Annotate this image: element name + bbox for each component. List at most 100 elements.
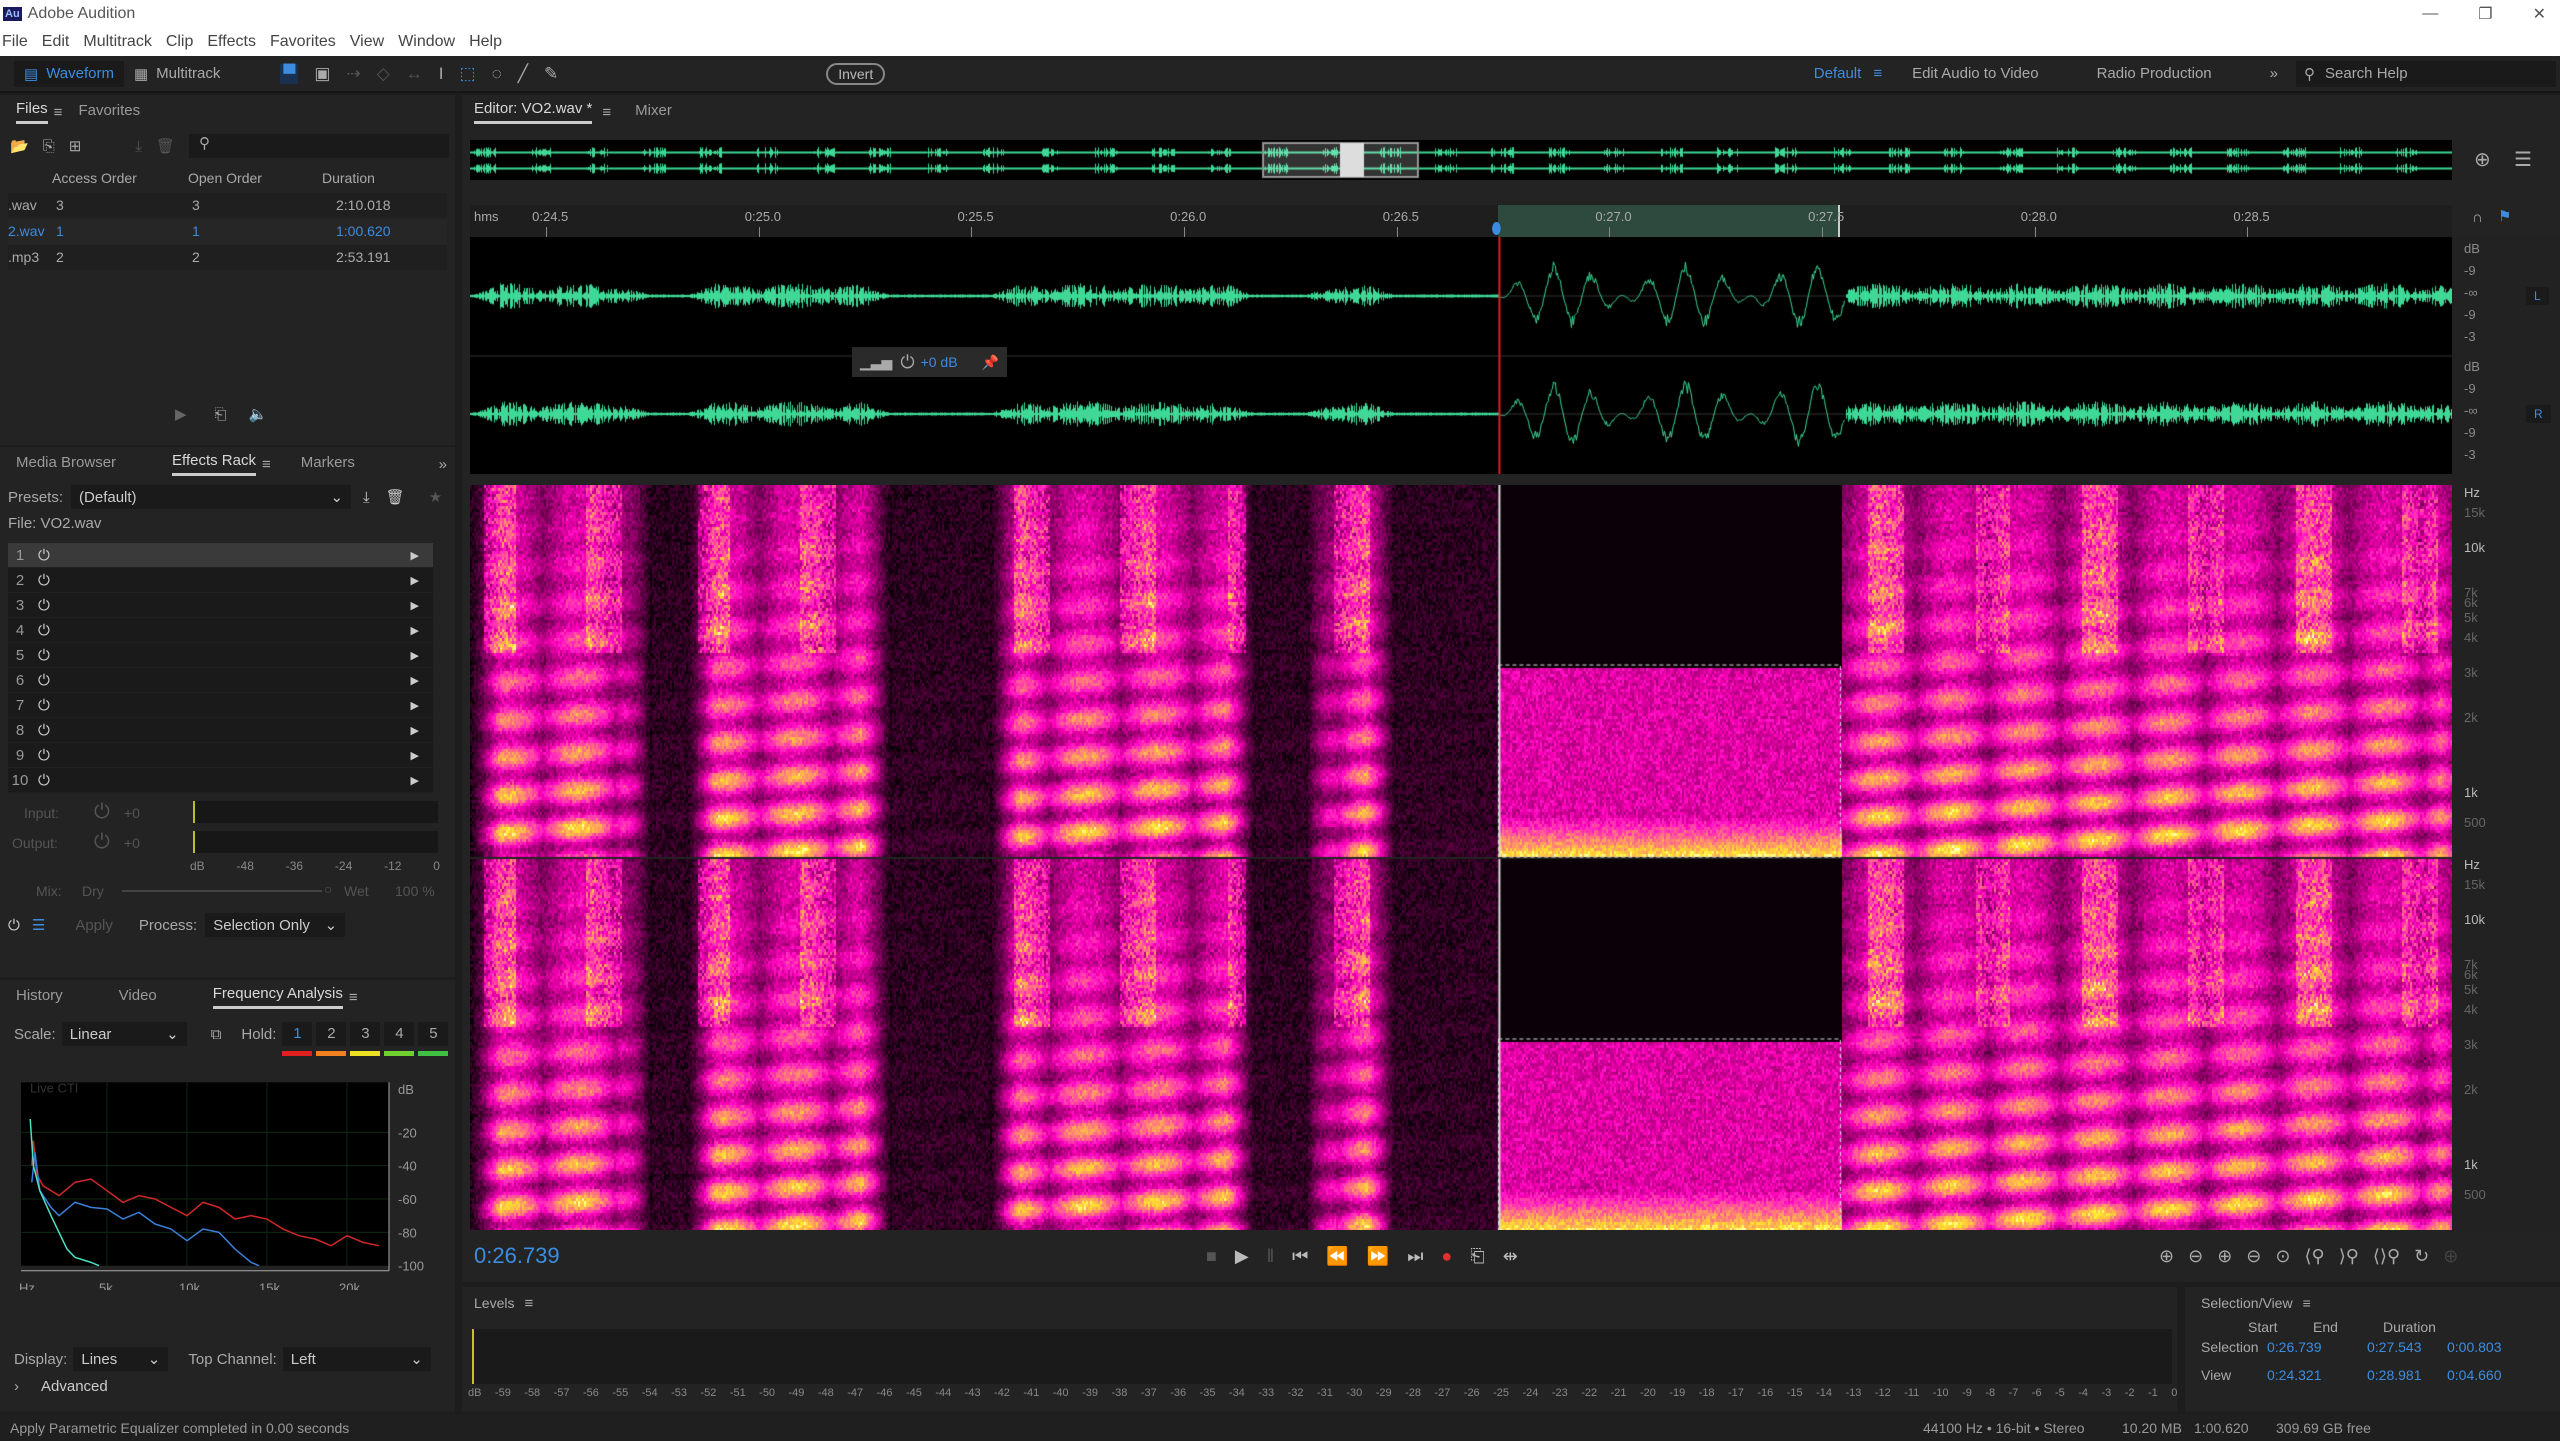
slot-expand-icon[interactable]: ▶ xyxy=(411,774,419,787)
tab-favorites[interactable]: Favorites xyxy=(78,102,140,123)
spectral-frequency-display-icon[interactable]: ▣ xyxy=(314,64,330,84)
hold-button-3[interactable]: 3 xyxy=(350,1022,381,1056)
display-dropdown[interactable]: Lines ⌄ xyxy=(73,1347,169,1371)
wet-value[interactable]: 100 % xyxy=(395,883,435,899)
restore-button[interactable]: ❐ xyxy=(2478,4,2492,24)
go-to-start-button[interactable]: ⏮ xyxy=(1292,1246,1308,1267)
razor-tool-icon[interactable]: ◇ xyxy=(377,64,390,84)
effect-slot[interactable]: 6 ⏻ ▶ xyxy=(8,668,433,693)
file-row[interactable]: 2.wav 1 1 1:00.620 xyxy=(8,219,447,244)
slot-power-icon[interactable]: ⏻ xyxy=(38,572,50,589)
play-preview-icon[interactable]: ▶ xyxy=(175,405,187,423)
marquee-selection-tool-icon[interactable]: ⬚ xyxy=(460,64,476,84)
current-time[interactable]: 0:26.739 xyxy=(474,1243,560,1269)
sv-duration[interactable]: 0:04.660 xyxy=(2447,1367,2502,1383)
loop-preview-icon[interactable]: ⎗ xyxy=(215,406,227,423)
tab-editor[interactable]: Editor: VO2.wav * xyxy=(474,100,593,124)
hold-button-5[interactable]: 5 xyxy=(418,1022,449,1056)
clip-gain-value[interactable]: +0 dB xyxy=(921,354,958,370)
record-button[interactable]: ● xyxy=(1441,1246,1452,1267)
slot-power-icon[interactable]: ⏻ xyxy=(38,697,50,714)
invert-button[interactable]: Invert xyxy=(826,62,886,85)
slot-expand-icon[interactable]: ▶ xyxy=(411,574,419,587)
selection-view-menu-icon[interactable]: ≡ xyxy=(2303,1295,2311,1311)
timeline-ruler[interactable]: hms 0:24.5 0:25.0 0:25.5 0:26.0 0:26.5 0:27.0 0… xyxy=(470,205,2452,238)
menu-edit[interactable]: Edit xyxy=(42,33,70,51)
tab-frequency-analysis[interactable]: Frequency Analysis xyxy=(212,985,343,1009)
files-search-input[interactable]: ⚲ xyxy=(188,134,449,158)
pause-button[interactable]: ‖ xyxy=(1267,1246,1274,1267)
skip-selection-button[interactable]: ⇹ xyxy=(1503,1246,1518,1267)
workspace-menu-icon[interactable]: ≡ xyxy=(1873,65,1882,82)
slip-tool-icon[interactable]: ↔ xyxy=(406,64,423,84)
zoom-to-selection-icon[interactable]: ⊕ xyxy=(2474,147,2491,172)
zoom-in-point-icon[interactable]: ⟨⚲ xyxy=(2304,1246,2324,1267)
play-button[interactable]: ▶ xyxy=(1235,1246,1249,1267)
new-file-icon[interactable]: ⊞ xyxy=(69,137,82,155)
top-channel-dropdown[interactable]: Left ⌄ xyxy=(282,1347,431,1371)
import-file-icon[interactable]: ⎘ xyxy=(43,138,55,155)
sv-end[interactable]: 0:27.543 xyxy=(2367,1339,2422,1355)
rewind-button[interactable]: ⏪ xyxy=(1326,1246,1348,1267)
hold-button-4[interactable]: 4 xyxy=(384,1022,415,1056)
slot-power-icon[interactable]: ⏻ xyxy=(38,772,50,789)
brush-tool-icon[interactable]: ╱ xyxy=(518,64,528,84)
clip-gain-hud[interactable]: ▁▃▅ ⏻ +0 dB 📌 xyxy=(852,347,1007,377)
overview-waveform[interactable] xyxy=(470,140,2452,180)
mix-slider-handle[interactable]: ○ xyxy=(324,881,332,897)
move-tool-icon[interactable]: ⇢ xyxy=(346,64,360,84)
tab-video[interactable]: Video xyxy=(119,987,157,1008)
spot-healing-icon[interactable]: ✎ xyxy=(544,64,558,84)
slot-power-icon[interactable]: ⏻ xyxy=(38,622,50,639)
rack-list-icon[interactable]: ☰ xyxy=(32,916,45,934)
freq-menu-icon[interactable]: ≡ xyxy=(349,989,358,1006)
slot-power-icon[interactable]: ⏻ xyxy=(38,747,50,764)
zoom-out-full-icon[interactable]: ⊙ xyxy=(2275,1246,2290,1267)
files-menu-icon[interactable]: ≡ xyxy=(54,104,63,121)
selection-range[interactable] xyxy=(1498,205,1841,237)
menu-help[interactable]: Help xyxy=(469,33,502,51)
effect-slot[interactable]: 5 ⏻ ▶ xyxy=(8,643,433,668)
time-selection-tool-icon[interactable]: I xyxy=(439,64,444,84)
menu-file[interactable]: File xyxy=(2,33,28,51)
file-row[interactable]: .wav 3 3 2:10.018 xyxy=(8,193,447,218)
output-gain-value[interactable]: +0 xyxy=(124,835,140,851)
go-to-end-button[interactable]: ⏭ xyxy=(1407,1246,1423,1267)
channel-r-button[interactable]: R xyxy=(2526,405,2551,423)
marker-pin-icon[interactable]: ⚑ xyxy=(2498,207,2511,225)
waveform-view-button[interactable]: ▤ Waveform xyxy=(14,60,124,87)
hold-button-2[interactable]: 2 xyxy=(316,1022,347,1056)
minimize-button[interactable]: — xyxy=(2422,5,2438,23)
presets-dropdown[interactable]: (Default) ⌄ xyxy=(71,485,352,509)
slot-expand-icon[interactable]: ▶ xyxy=(411,724,419,737)
col-access-order[interactable]: Access Order xyxy=(52,170,137,186)
menu-window[interactable]: Window xyxy=(398,33,455,51)
tab-history[interactable]: History xyxy=(16,987,63,1008)
effect-slot[interactable]: 9 ⏻ ▶ xyxy=(8,743,433,768)
tab-mixer[interactable]: Mixer xyxy=(635,102,672,123)
tab-files[interactable]: Files xyxy=(16,100,48,124)
save-preset-icon[interactable]: ⤓ xyxy=(363,489,370,506)
input-gain-knob[interactable]: ⏻ xyxy=(94,801,110,824)
zoom-out-time-icon[interactable]: ⊖ xyxy=(2246,1246,2261,1267)
open-file-icon[interactable]: 📂 xyxy=(10,137,29,155)
workspace-edit-audio-to-video[interactable]: Edit Audio to Video xyxy=(1912,65,2039,82)
volume-icon[interactable]: 🔈 xyxy=(249,405,268,423)
spectral-display-waveform-icon[interactable]: ▀ xyxy=(280,63,299,84)
workspace-radio-production[interactable]: Radio Production xyxy=(2097,65,2212,82)
favorite-star-icon[interactable]: ★ xyxy=(429,488,442,506)
snap-icon[interactable]: ∩ xyxy=(2472,209,2483,226)
sv-end[interactable]: 0:28.981 xyxy=(2367,1367,2422,1383)
effect-slot[interactable]: 3 ⏻ ▶ xyxy=(8,593,433,618)
slot-expand-icon[interactable]: ▶ xyxy=(411,599,419,612)
menu-multitrack[interactable]: Multitrack xyxy=(83,33,151,51)
tab-media-browser[interactable]: Media Browser xyxy=(16,454,116,475)
zoom-in-amplitude-icon[interactable]: ⊕ xyxy=(2159,1246,2174,1267)
tab-effects-rack[interactable]: Effects Rack xyxy=(172,452,256,476)
sv-start[interactable]: 0:26.739 xyxy=(2267,1339,2322,1355)
menu-clip[interactable]: Clip xyxy=(166,33,194,51)
slot-expand-icon[interactable]: ▶ xyxy=(411,674,419,687)
editor-menu-icon[interactable]: ≡ xyxy=(602,104,611,121)
sv-duration[interactable]: 0:00.803 xyxy=(2447,1339,2502,1355)
effect-slot[interactable]: 7 ⏻ ▶ xyxy=(8,693,433,718)
